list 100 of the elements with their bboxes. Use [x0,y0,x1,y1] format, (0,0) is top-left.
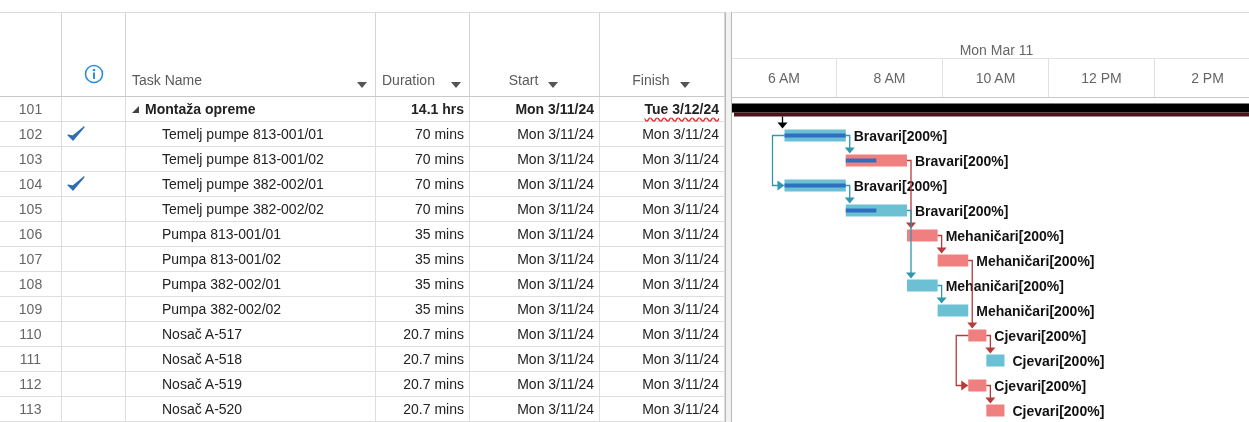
start-date: Mon 3/11/24 [517,251,594,267]
dependency-arrow [906,209,916,279]
duration-value: 35 mins [414,251,464,267]
finish-date: Mon 3/11/24 [642,351,719,367]
dependency-arrow [955,334,969,391]
dependency-arrow [844,184,855,204]
resource-label: Cjevari[200%] [1012,352,1105,369]
resource-label: Cjevari[200%] [994,377,1087,394]
dependency-arrow [771,134,786,191]
finish-date: Mon 3/11/24 [642,376,719,392]
duration-value: 70 mins [414,201,464,217]
start-date: Mon 3/11/24 [517,201,594,217]
resource-label: Bravari[200%] [853,177,948,194]
duration-value: 70 mins [414,126,464,142]
resource-label: Cjevari[200%] [994,327,1087,344]
resource-label: Bravari[200%] [915,202,1009,219]
resource-label: Cjevari[200%] [1012,402,1105,419]
task-name: Pumpa 813-001/01 [162,226,282,242]
row-number: 113 [19,401,42,417]
dropdown-caret-icon[interactable] [357,82,367,88]
finish-date: Mon 3/11/24 [642,251,719,267]
finish-date: Mon 3/11/24 [642,151,719,167]
duration-value: 35 mins [414,301,464,317]
task-bar[interactable] [968,329,987,342]
column-header[interactable]: Task Name [126,13,376,97]
task-name: Nosač A-517 [162,326,243,342]
row-number: 104 [18,176,43,192]
row-number: 102 [18,126,43,142]
resource-label: Bravari[200%] [915,152,1009,169]
start-date: Mon 3/11/24 [517,151,594,167]
dropdown-caret-icon[interactable] [451,82,461,88]
task-name: Nosač A-520 [162,401,243,417]
task-bar[interactable] [986,404,1005,417]
start-date: Mon 3/11/24 [517,301,594,317]
start-date: Mon 3/11/24 [517,376,594,392]
task-bar[interactable] [968,379,987,392]
resource-label: Bravari[200%] [853,127,948,144]
task-name: Pumpa 382-002/02 [162,301,282,317]
duration-value: 35 mins [414,276,464,292]
task-name: Temelj pumpe 813-001/01 [162,126,324,142]
duration-value: 20.7 mins [403,351,464,367]
row-number: 107 [18,251,43,267]
dependency-arrow [985,334,996,354]
task-bar[interactable] [937,254,969,267]
finish-date: Mon 3/11/24 [642,326,719,342]
row-number: 109 [18,301,43,317]
timescale-hour: 10 AM [975,69,1016,86]
dependency-arrow [985,384,996,404]
column-header[interactable]: Start [470,13,600,97]
duration-value: 70 mins [414,151,464,167]
dependency-arrow [777,115,788,129]
task-name: Montaža opreme [145,101,256,117]
finish-date: Mon 3/11/24 [642,176,719,192]
row-number: 111 [19,351,42,367]
task-name: Pumpa 813-001/02 [162,251,282,267]
task-name: Pumpa 382-002/01 [162,276,282,292]
dependency-arrow [936,234,947,254]
finish-date: Mon 3/11/24 [642,126,719,142]
timescale-hour: 6 AM [768,69,800,86]
dependency-arrow [844,134,855,154]
finish-date: Tue 3/12/24 [644,101,719,117]
checkmark-icon [67,126,85,142]
duration-value: 20.7 mins [403,326,464,342]
dropdown-caret-icon[interactable] [548,82,559,88]
duration-value: 35 mins [414,226,464,242]
row-number: 105 [18,201,43,217]
start-date: Mon 3/11/24 [517,176,594,192]
start-date: Mon 3/11/24 [517,126,594,142]
start-date: Mon 3/11/24 [517,226,594,242]
resource-label: Mehaničari[200%] [976,252,1095,269]
timescale-hour: 12 PM [1081,69,1122,86]
duration-value: 14.1 hrs [411,101,464,117]
start-date: Mon 3/11/24 [517,326,594,342]
task-name: Temelj pumpe 813-001/02 [162,151,324,167]
task-bar[interactable] [907,229,938,242]
start-date: Mon 3/11/24 [517,401,594,417]
resource-label: Mehaničari[200%] [976,302,1095,319]
start-date: Mon 3/11/24 [517,351,594,367]
timescale-hour: 2 PM [1191,69,1224,86]
task-name: Nosač A-518 [162,351,243,367]
duration-value: 20.7 mins [403,401,464,417]
row-number: 106 [18,226,43,242]
checkmark-icon [67,176,85,192]
row-number: 101 [18,101,43,117]
start-date: Mon 3/11/24 [517,276,594,292]
finish-date: Mon 3/11/24 [642,226,719,242]
collapse-triangle-icon[interactable] [132,105,139,113]
timescale-hour: 8 AM [873,69,906,86]
task-bar[interactable] [937,304,969,317]
dropdown-caret-icon[interactable] [679,82,690,88]
finish-date: Mon 3/11/24 [642,401,719,417]
task-name: Temelj pumpe 382-002/01 [162,176,324,192]
task-name: Temelj pumpe 382-002/02 [162,201,324,217]
start-date: Mon 3/11/24 [515,101,594,117]
row-number: 112 [19,376,42,392]
column-header[interactable]: Duration [376,13,470,97]
timescale-date: Mon Mar 11 [959,41,1034,58]
finish-date: Mon 3/11/24 [642,276,719,292]
row-number: 110 [19,326,42,342]
row-number: 108 [18,276,43,292]
